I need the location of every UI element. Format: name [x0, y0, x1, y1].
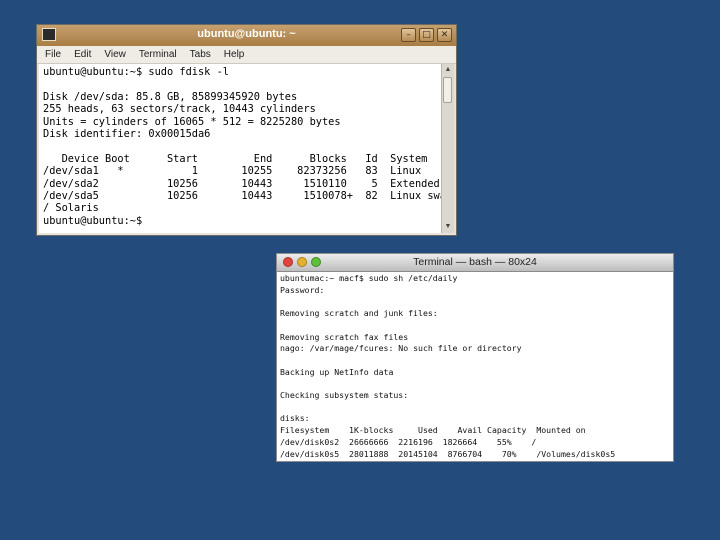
menu-terminal[interactable]: Terminal: [139, 49, 177, 60]
close-button[interactable]: ✕: [437, 28, 452, 42]
terminal-line: ubuntumac:~ macf$ sudo sh /etc/daily: [280, 273, 458, 283]
terminal-line: 255 heads, 63 sectors/track, 10443 cylin…: [43, 103, 316, 116]
menu-tabs[interactable]: Tabs: [190, 49, 211, 60]
maximize-button[interactable]: □: [419, 28, 434, 42]
terminal-line: Disk /dev/sda: 85.8 GB, 85899345920 byte…: [43, 90, 298, 103]
minimize-button[interactable]: –: [401, 28, 416, 42]
terminal-line: Removing scratch and junk files:: [280, 308, 438, 319]
window-controls: – □ ✕: [401, 28, 452, 42]
terminal-line: Backing up NetInfo data: [280, 366, 394, 377]
terminal-line: /dev/sda1 * 1 10255 82373256 83 Linux: [43, 165, 422, 178]
mac-terminal-title: Terminal — bash — 80x24: [413, 256, 537, 268]
ubuntu-terminal-output[interactable]: ubuntu@ubuntu:~$ sudo fdisk -l Disk /dev…: [39, 64, 441, 233]
mac-terminal-window[interactable]: Terminal — bash — 80x24 ubuntumac:~ macf…: [276, 253, 674, 462]
menu-view[interactable]: View: [104, 49, 126, 60]
terminal-line: / Solaris: [43, 202, 99, 215]
mac-terminal-titlebar[interactable]: Terminal — bash — 80x24: [277, 254, 673, 272]
terminal-line: nago: /var/mage/fcures: No such file or …: [280, 343, 522, 354]
terminal-line: ubuntu@ubuntu:~$: [43, 214, 143, 227]
terminal-line: ubuntu@ubuntu:~$ sudo fdisk -l: [43, 66, 229, 78]
terminal-line: /dev/sda5 10256 10443 1510078+ 82 Linux …: [43, 190, 441, 203]
ubuntu-terminal-title: ubuntu@ubuntu: ~: [197, 28, 296, 40]
terminal-line: Password:: [280, 284, 325, 295]
terminal-line: /dev/sda2 10256 10443 1510110 5 Extended: [43, 177, 440, 190]
terminal-line: Disk identifier: 0x00015da6: [43, 128, 211, 141]
terminal-line: disks:: [280, 413, 310, 424]
menu-file[interactable]: File: [45, 49, 61, 60]
scroll-up-arrow-icon[interactable]: ▲: [443, 65, 453, 75]
terminal-line: /dev/disk0s2 26666666 2216196 1826664 55…: [280, 436, 537, 447]
terminal-line: Device Boot Start End Blocks Id System: [43, 152, 428, 165]
menu-help[interactable]: Help: [224, 49, 245, 60]
scrollbar-thumb[interactable]: [443, 77, 452, 103]
ubuntu-terminal-titlebar[interactable]: ubuntu@ubuntu: ~ – □ ✕: [37, 25, 456, 47]
terminal-line: Checking subsystem status:: [280, 390, 409, 401]
ubuntu-terminal-text: ubuntu@ubuntu:~$ sudo fdisk -l Disk /dev…: [39, 64, 441, 227]
scroll-down-arrow-icon[interactable]: ▼: [443, 222, 453, 232]
menu-edit[interactable]: Edit: [74, 49, 91, 60]
ubuntu-terminal-menubar: File Edit View Terminal Tabs Help: [37, 46, 456, 64]
mac-terminal-output[interactable]: ubuntumac:~ macf$ sudo sh /etc/daily Pass…: [277, 272, 673, 461]
terminal-line: /dev/disk0s5 28011888 20145104 8766704 7…: [280, 448, 616, 459]
mac-terminal-text: ubuntumac:~ macf$ sudo sh /etc/daily Pass…: [277, 272, 673, 460]
ubuntu-terminal-window[interactable]: ubuntu@ubuntu: ~ – □ ✕ File Edit View Te…: [36, 24, 457, 236]
ubuntu-terminal-scrollbar[interactable]: ▲ ▼: [441, 64, 454, 233]
terminal-line: Removing scratch fax files: [280, 331, 409, 342]
terminal-line: Units = cylinders of 16065 * 512 = 82252…: [43, 115, 341, 128]
terminal-line: Filesystem 1K-blocks Used Avail Capacity…: [280, 425, 586, 436]
